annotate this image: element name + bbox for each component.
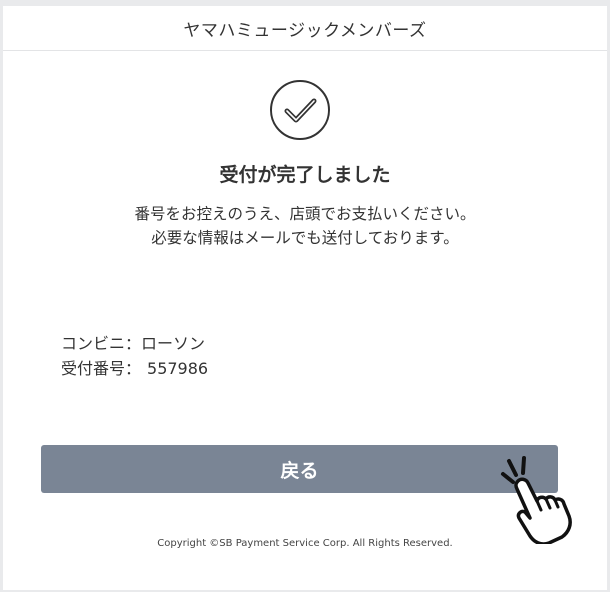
store-value: ローソン [141,334,206,353]
site-header: ヤマハミュージックメンバーズ [3,6,607,51]
page: ヤマハミュージックメンバーズ 受付が完了しました 番号をお控えのうえ、店頭でお支… [0,0,610,592]
instruction-message: 番号をお控えのうえ、店頭でお支払いください。 必要な情報はメールでも送付しており… [3,202,607,250]
copyright-text: Copyright ©SB Payment Service Corp. All … [157,538,453,549]
site-title: ヤマハミュージックメンバーズ [183,20,427,41]
pointer-hand-icon [491,454,581,546]
completion-title: 受付が完了しました [219,164,391,186]
receipt-number-label: 受付番号： [61,359,142,378]
store-row: コンビニ：ローソン [61,331,208,356]
instruction-line-2: 必要な情報はメールでも送付しております。 [151,229,459,247]
receipt-number-value: 557986 [147,359,209,378]
receipt-card: ヤマハミュージックメンバーズ 受付が完了しました 番号をお控えのうえ、店頭でお支… [3,6,607,590]
back-button[interactable]: 戻る [41,445,558,493]
receipt-number-row: 受付番号： 557986 [61,356,208,381]
check-circle-icon [269,79,331,141]
store-label: コンビニ： [61,334,142,353]
payment-details: コンビニ：ローソン 受付番号： 557986 [61,331,208,381]
instruction-line-1: 番号をお控えのうえ、店頭でお支払いください。 [134,205,476,223]
